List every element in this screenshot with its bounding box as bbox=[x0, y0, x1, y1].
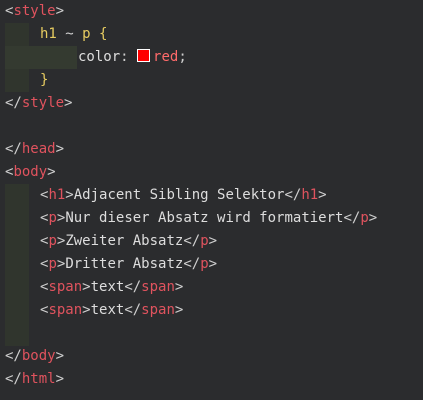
code-line-p3: <p>Dritter Absatz</p> bbox=[40, 256, 218, 272]
code-line-span2: <span>text</span> bbox=[40, 302, 184, 318]
code-line-p1: <p>Nur dieser Absatz wird formatiert</p> bbox=[40, 210, 378, 226]
code-line-brace-close: } bbox=[40, 72, 49, 88]
code-line-p2: <p>Zweiter Absatz</p> bbox=[40, 233, 218, 249]
code-line-html-close: </html> bbox=[5, 371, 65, 387]
code-line-h1: <h1>Adjacent Sibling Selektor</h1> bbox=[40, 187, 327, 203]
code-line-span1: <span>text</span> bbox=[40, 279, 184, 295]
color-swatch[interactable] bbox=[137, 49, 151, 62]
code-line-body-open: <body> bbox=[5, 164, 56, 180]
code-editor[interactable]: <style> h1 ~ p { color: red; } </style> … bbox=[0, 0, 423, 400]
code-line-declaration: color: red; bbox=[78, 49, 187, 65]
code-line-style-close: </style> bbox=[5, 95, 73, 111]
indent-guide bbox=[5, 46, 77, 69]
indent-guide bbox=[5, 184, 29, 346]
code-line-selector: h1 ~ p { bbox=[40, 26, 108, 42]
code-line-head-close: </head> bbox=[5, 141, 65, 157]
code-line-body-close: </body> bbox=[5, 348, 65, 364]
code-line-style-open: <style> bbox=[5, 3, 65, 19]
